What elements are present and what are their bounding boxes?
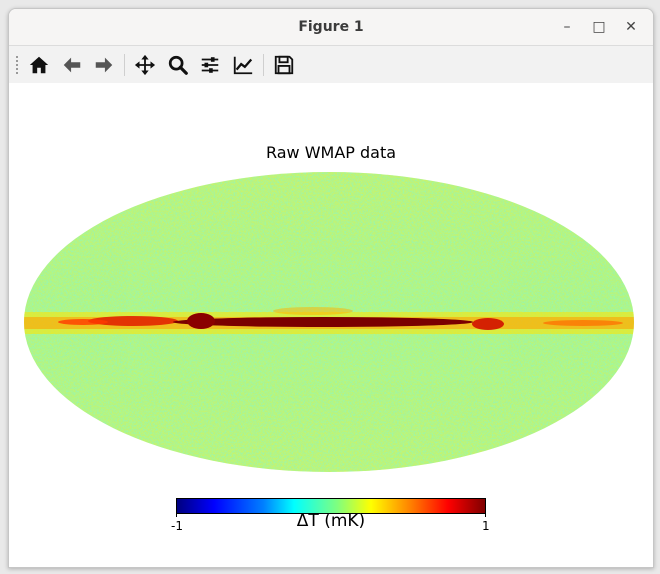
toolbar: [9, 46, 653, 84]
customize-icon: [233, 56, 253, 75]
customize-button[interactable]: [229, 51, 257, 79]
subplots-button[interactable]: [196, 51, 224, 79]
figure-canvas[interactable]: Raw WMAP data -1 1 ΔT (mK): [9, 83, 653, 567]
pan-icon: [134, 54, 156, 76]
figure-window: Figure 1 – □ ✕ Raw WMAP data -1 1 ΔT (mK…: [8, 8, 654, 568]
subplots-icon: [201, 57, 219, 73]
toolbar-grip[interactable]: [15, 55, 19, 75]
home-icon: [29, 56, 49, 74]
zoom-button[interactable]: [164, 51, 192, 79]
home-button[interactable]: [25, 51, 53, 79]
back-icon: [63, 57, 81, 73]
save-button[interactable]: [270, 51, 298, 79]
colorbar-label: ΔT (mK): [296, 511, 366, 531]
minimize-button[interactable]: –: [555, 15, 579, 39]
pan-button[interactable]: [131, 51, 159, 79]
toolbar-separator: [124, 54, 125, 76]
forward-button[interactable]: [90, 51, 118, 79]
close-button[interactable]: ✕: [619, 15, 643, 39]
forward-icon: [95, 57, 113, 73]
save-icon: [274, 55, 294, 75]
toolbar-separator: [263, 54, 264, 76]
title-bar[interactable]: Figure 1 – □ ✕: [9, 9, 653, 46]
back-button[interactable]: [58, 51, 86, 79]
maximize-button[interactable]: □: [587, 15, 611, 39]
plot-title: Raw WMAP data: [265, 143, 397, 162]
zoom-icon: [168, 55, 188, 75]
mollweide-sky-map: [24, 172, 634, 472]
